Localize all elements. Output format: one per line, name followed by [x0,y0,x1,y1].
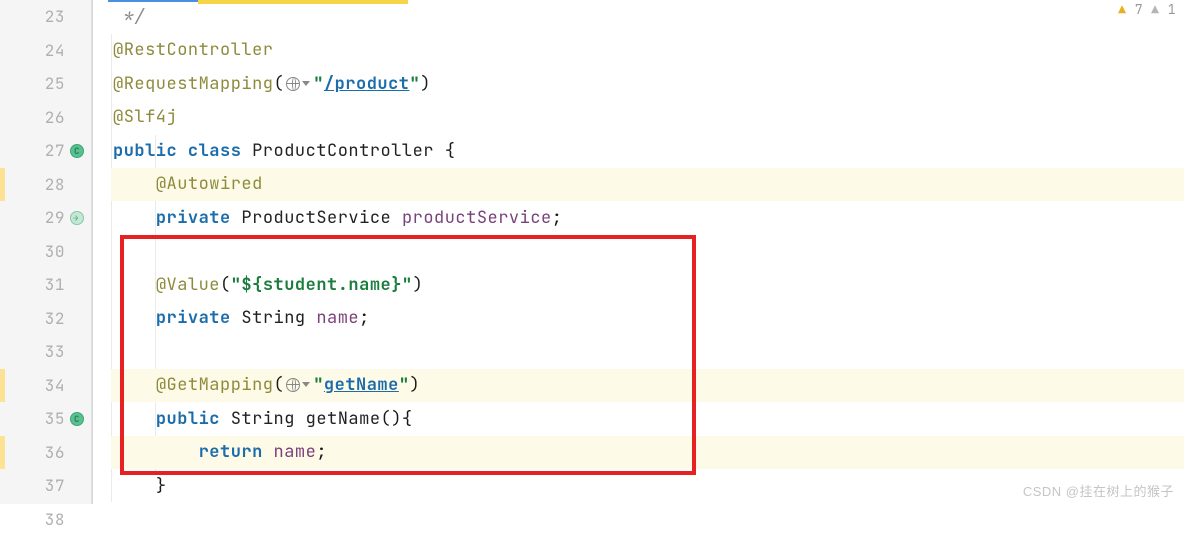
line-number: 37 [45,475,87,496]
gutter-row: 38 [4,503,87,536]
warning-count-gray: 1 [1168,1,1176,18]
code-line: @Autowired [111,168,1184,202]
marker-blue [108,0,198,2]
code-editor: ▲ 7 ▲ 1 23 24 25 26 27 28 29 30 31 32 33… [0,0,1184,504]
gutter-row: 32 [4,302,87,336]
warning-indicator-yellow[interactable]: ▲ 7 [1118,1,1143,18]
web-url-icon[interactable] [286,378,311,392]
code-area[interactable]: */ @RestController @RequestMapping("/pro… [92,0,1184,504]
line-number: 32 [45,308,87,329]
bean-navigation-icon[interactable] [69,210,85,226]
class-navigation-icon[interactable] [69,143,85,159]
line-number: 28 [45,174,87,195]
gutter-row: 26 [4,101,87,135]
code-line [111,335,1184,369]
line-number: 26 [45,107,87,128]
code-line: private ProductService productService; [111,201,1184,235]
code-line: @Slf4j [111,101,1184,135]
code-line: return name; [111,436,1184,470]
gutter-row: 29 [4,201,87,235]
line-number: 31 [45,274,87,295]
line-number: 23 [45,6,87,27]
line-number: 34 [45,375,87,396]
line-number: 25 [45,73,87,94]
warning-indicator-gray[interactable]: ▲ 1 [1151,1,1176,18]
code-line: */ [111,0,1184,34]
gutter-row: 33 [4,335,87,369]
globe-icon [286,77,300,91]
code-line: private String name; [111,302,1184,336]
endpoint-navigation-icon[interactable] [69,411,85,427]
line-number: 38 [45,509,87,530]
gutter[interactable]: 23 24 25 26 27 28 29 30 31 32 33 34 35 3… [0,0,92,504]
watermark: CSDN @挂在树上的猴子 [1023,481,1174,500]
gutter-row: 35 [4,402,87,436]
scrollbar-vertical[interactable] [1172,0,1184,504]
code-line [111,235,1184,269]
globe-icon [286,378,300,392]
code-line: @RestController [111,34,1184,68]
gutter-row: 34 [4,369,87,403]
gutter-row: 27 [4,134,87,168]
code-line: public String getName(){ [111,402,1184,436]
line-number: 24 [45,40,87,61]
top-breadcrumb-markers [108,0,408,4]
marker-yellow [198,0,408,4]
inspection-indicators[interactable]: ▲ 7 ▲ 1 [1118,1,1176,18]
gutter-row: 28 [4,168,87,202]
gutter-row: 23 [4,0,87,34]
gutter-row: 36 [4,436,87,470]
code-line: @GetMapping("getName") [111,369,1184,403]
gutter-row: 37 [4,469,87,503]
gutter-row: 31 [4,268,87,302]
warning-count-yellow: 7 [1135,1,1143,18]
code-line: @Value("${student.name}") [111,268,1184,302]
line-number: 36 [45,442,87,463]
line-number: 30 [45,241,87,262]
code-line: public class ProductController { [111,134,1184,168]
gutter-row: 25 [4,67,87,101]
code-line: @RequestMapping("/product") [111,67,1184,101]
chevron-down-icon [301,380,311,390]
gutter-row: 24 [4,34,87,68]
line-number: 33 [45,341,87,362]
warning-triangle-icon: ▲ [1118,1,1126,18]
gutter-row: 30 [4,235,87,269]
chevron-down-icon [301,79,311,89]
warning-triangle-icon: ▲ [1151,1,1159,18]
web-url-icon[interactable] [286,77,311,91]
